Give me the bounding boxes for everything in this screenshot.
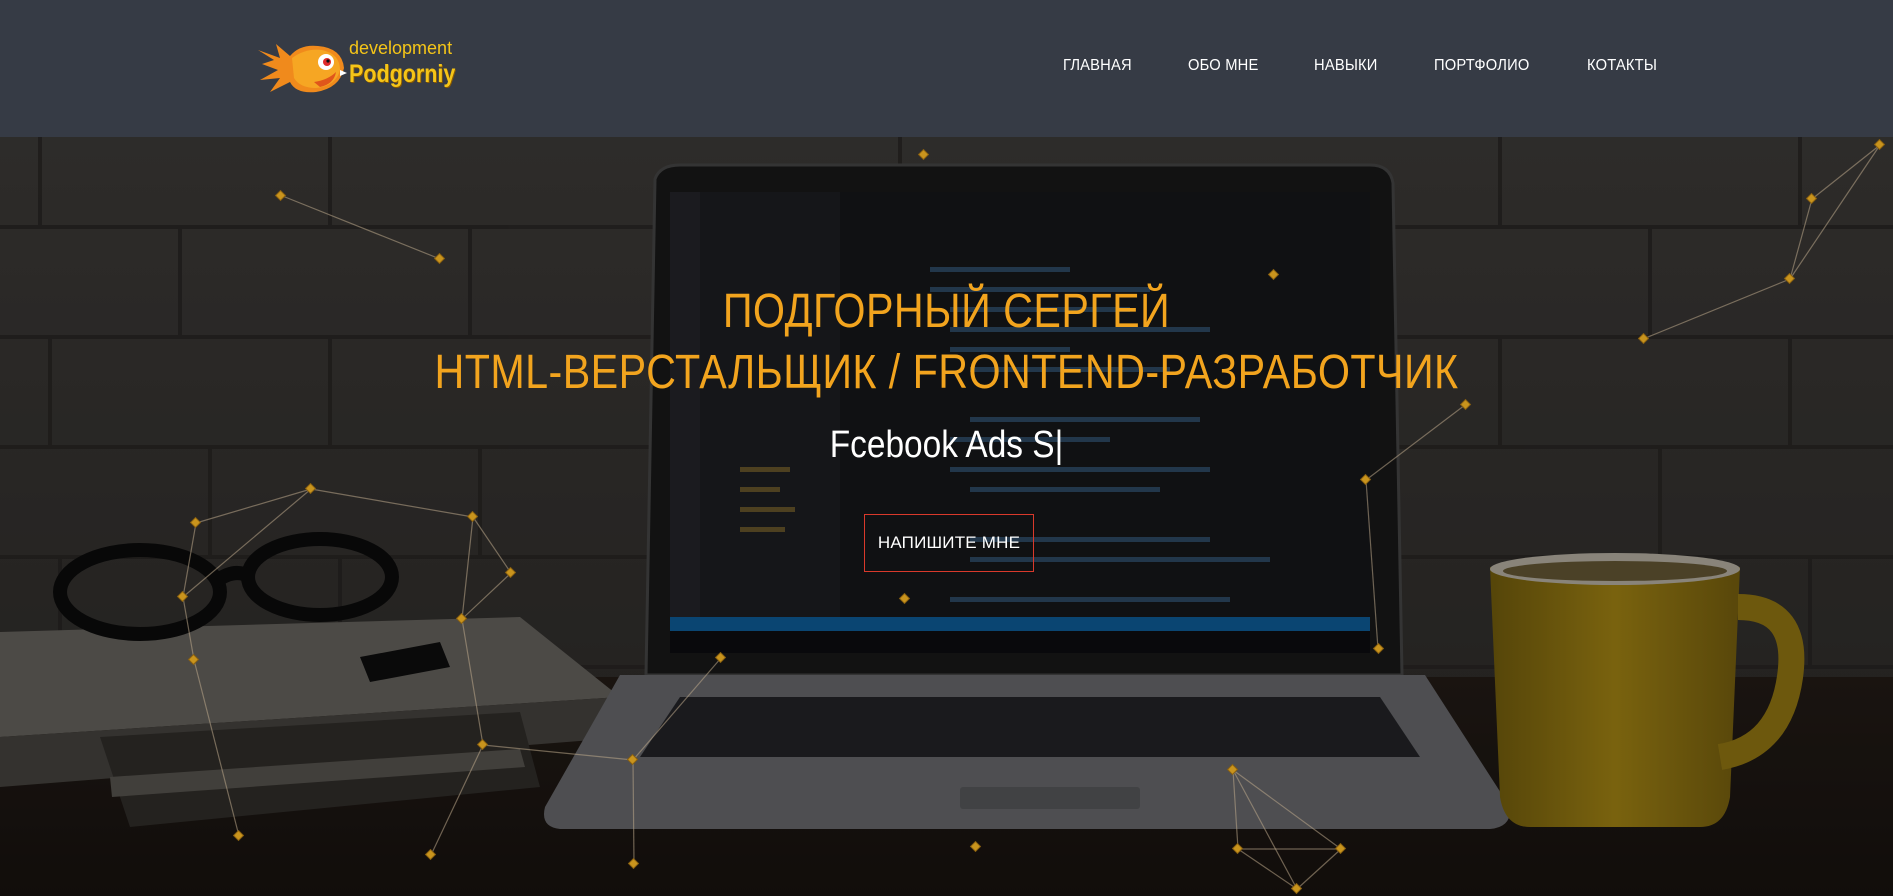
fish-logo-icon [258, 44, 347, 93]
site-logo[interactable]: development Podgorniy [256, 34, 466, 98]
nav-item-skills[interactable]: НАВЫКИ [1314, 57, 1378, 75]
hero-role: HTML-ВЕРСТАЛЬЩИК / FRONTEND-РАЗРАБОТЧИК [434, 346, 1459, 399]
logo-tagline: development [349, 38, 453, 58]
hero-typed-text: Fcebook Ads S| [829, 424, 1064, 466]
nav-item-contacts[interactable]: КОТАКТЫ [1587, 57, 1657, 75]
nav-item-home[interactable]: ГЛАВНАЯ [1063, 57, 1132, 75]
nav-item-portfolio[interactable]: ПОРТФОЛИО [1434, 57, 1530, 75]
main-nav: ГЛАВНАЯ ОБО МНЕ НАВЫКИ ПОРТФОЛИО КОТАКТЫ [1063, 57, 1664, 75]
contact-me-button[interactable]: НАПИШИТЕ МНЕ [864, 514, 1034, 572]
nav-item-about[interactable]: ОБО МНЕ [1188, 57, 1258, 75]
logo-name: Podgorniy [349, 60, 456, 88]
site-header: development Podgorniy ГЛАВНАЯ ОБО МНЕ НА… [0, 0, 1893, 137]
hero-name: ПОДГОРНЫЙ СЕРГЕЙ [722, 285, 1171, 338]
hero-section: ПОДГОРНЫЙ СЕРГЕЙ HTML-ВЕРСТАЛЬЩИК / FRON… [0, 137, 1893, 896]
